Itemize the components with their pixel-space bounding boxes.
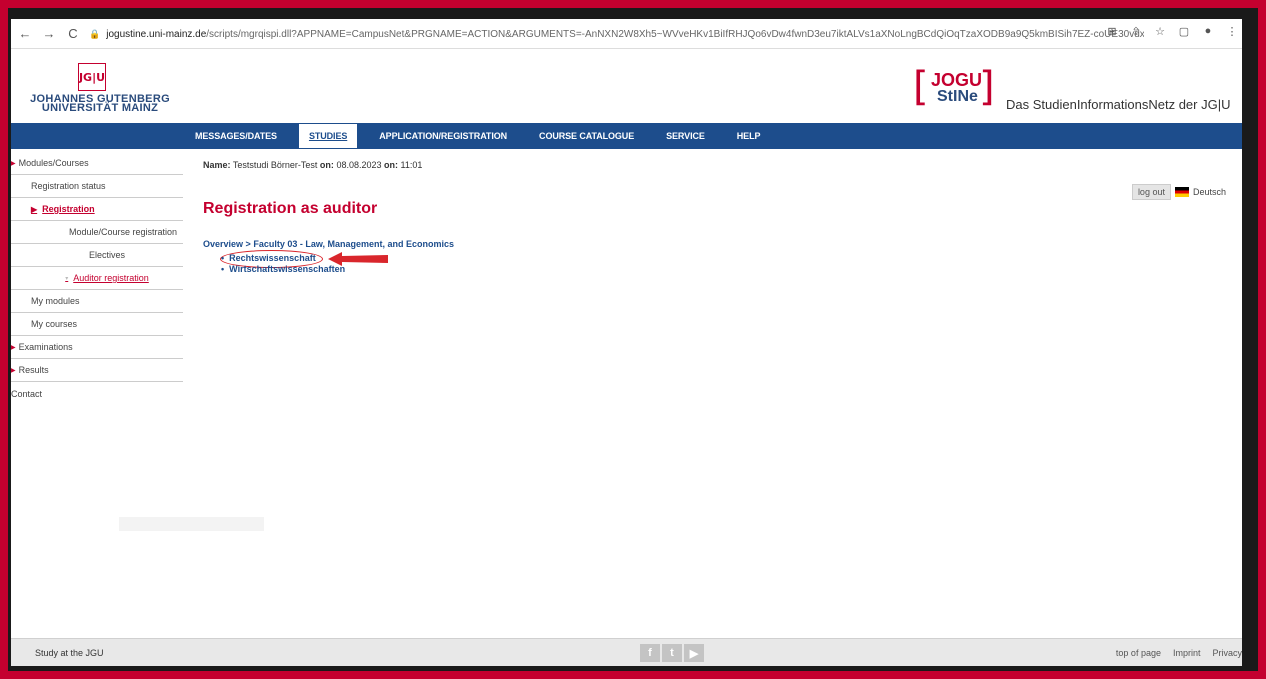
link-wirtschaftswissenschaften[interactable]: Wirtschaftswissenschaften bbox=[229, 264, 345, 274]
sidebar-item-registration-status[interactable]: Registration status bbox=[11, 175, 183, 198]
profile-icon[interactable]: ● bbox=[1200, 25, 1216, 38]
link-rechtswissenschaft[interactable]: Rechtswissenschaft bbox=[229, 253, 316, 263]
sidebar-item-my-modules[interactable]: My modules bbox=[11, 290, 183, 313]
browser-toolbar: ← → C 🔒 jogustine.uni-mainz.de/scripts/m… bbox=[11, 19, 1242, 49]
breadcrumb: Overview > Faculty 03 - Law, Management,… bbox=[203, 239, 454, 249]
footer-links: top of page Imprint Privacy bbox=[1116, 648, 1242, 658]
stine-mark: StINe bbox=[937, 88, 978, 105]
sidebar-item-module-course-registration[interactable]: Module/Course registration bbox=[11, 221, 183, 244]
triangle-right-icon: ▶ bbox=[31, 204, 38, 214]
triangle-right-icon: ▶ bbox=[11, 160, 16, 167]
back-icon[interactable]: ← bbox=[15, 24, 35, 44]
list-item: • Rechtswissenschaft bbox=[221, 253, 316, 263]
footer-imprint[interactable]: Imprint bbox=[1173, 648, 1201, 658]
breadcrumb-overview[interactable]: Overview bbox=[203, 239, 243, 249]
footer-privacy[interactable]: Privacy bbox=[1212, 648, 1242, 658]
sidebar-item-results[interactable]: ▶ Results bbox=[11, 359, 183, 382]
facebook-icon[interactable]: f bbox=[640, 644, 660, 662]
url-path: /scripts/mgrqispi.dll?APPNAME=CampusNet&… bbox=[206, 28, 1144, 40]
faculty-list: • Rechtswissenschaft • Wirtschaftswissensc… bbox=[221, 253, 345, 275]
logout-button[interactable]: log out bbox=[1131, 184, 1171, 200]
twitter-icon[interactable]: t bbox=[662, 644, 682, 662]
sidebar-item-modules-courses[interactable]: ▶ Modules/Courses bbox=[11, 152, 183, 175]
footer: Study at the JGU f t ▶ top of page Impri… bbox=[11, 638, 1242, 666]
triangle-right-icon: ▶ bbox=[11, 367, 16, 374]
sidebar-item-electives[interactable]: Electives bbox=[11, 244, 183, 267]
main-navigation: MESSAGES/DATES STUDIES APPLICATION/REGIS… bbox=[11, 123, 1242, 149]
footer-study-link[interactable]: Study at the JGU bbox=[35, 648, 104, 658]
bracket-left: [ bbox=[913, 64, 929, 110]
translate-icon[interactable]: ⊞ bbox=[1104, 25, 1120, 38]
nav-messages-dates[interactable]: MESSAGES/DATES bbox=[195, 131, 277, 141]
nav-help[interactable]: HELP bbox=[737, 131, 761, 141]
jogustine-logo[interactable]: [ JOGU StINe ] bbox=[913, 64, 995, 119]
social-links: f t ▶ bbox=[640, 644, 704, 662]
menu-icon[interactable]: ⋮ bbox=[1224, 25, 1240, 38]
jgu-logo[interactable]: JG|U JOHANNES GUTENBERG UNIVERSITÄT MAIN… bbox=[25, 63, 175, 119]
star-icon[interactable]: ☆ bbox=[1152, 25, 1168, 38]
youtube-icon[interactable]: ▶ bbox=[684, 644, 704, 662]
bracket-right: ] bbox=[979, 64, 995, 110]
main-content: Name: Teststudi Börner-Test on: 08.08.20… bbox=[203, 160, 1233, 274]
language-switch[interactable]: Deutsch bbox=[1193, 187, 1226, 197]
reload-icon[interactable]: C bbox=[63, 24, 83, 44]
forward-icon[interactable]: → bbox=[39, 24, 59, 44]
jgu-wordmark: JOHANNES GUTENBERG UNIVERSITÄT MAINZ bbox=[30, 93, 170, 114]
list-item: • Wirtschaftswissenschaften bbox=[221, 264, 346, 274]
browser-window: ← → C 🔒 jogustine.uni-mainz.de/scripts/m… bbox=[11, 19, 1242, 666]
triangle-right-icon: ▶ bbox=[11, 344, 16, 351]
sidebar-item-examinations[interactable]: ▶ Examinations bbox=[11, 336, 183, 359]
jgu-mark: JG|U bbox=[78, 63, 106, 91]
url-host: jogustine.uni-mainz.de bbox=[106, 28, 207, 40]
sidebar-item-my-courses[interactable]: My courses bbox=[11, 313, 183, 336]
breadcrumb-faculty: Faculty 03 - Law, Management, and Econom… bbox=[253, 239, 455, 249]
nav-application-registration[interactable]: APPLICATION/REGISTRATION bbox=[379, 131, 507, 141]
page-title: Registration as auditor bbox=[203, 200, 378, 217]
sidebar-item-registration[interactable]: ▶ Registration bbox=[11, 198, 183, 221]
sidebar: ▶ Modules/Courses Registration status ▶ … bbox=[11, 152, 183, 405]
faint-overlay bbox=[119, 517, 264, 531]
nav-studies[interactable]: STUDIES bbox=[298, 124, 358, 148]
user-info: Name: Teststudi Börner-Test on: 08.08.20… bbox=[203, 160, 423, 170]
user-actions: log out Deutsch bbox=[1131, 184, 1226, 200]
sidebar-item-contact[interactable]: Contact bbox=[11, 382, 183, 405]
site-header: JG|U JOHANNES GUTENBERG UNIVERSITÄT MAIN… bbox=[11, 49, 1242, 122]
triangle-small-icon: ▾ bbox=[65, 275, 69, 282]
nav-service[interactable]: SERVICE bbox=[666, 131, 705, 141]
footer-top-of-page[interactable]: top of page bbox=[1116, 648, 1161, 658]
site-tagline: Das StudienInformationsNetz der JG|U bbox=[1006, 97, 1231, 112]
german-flag-icon[interactable] bbox=[1174, 187, 1189, 197]
toolbar-actions: ⊞ ⇪ ☆ ▢ ● ⋮ bbox=[1104, 25, 1240, 38]
share-icon[interactable]: ⇪ bbox=[1128, 25, 1144, 38]
address-bar[interactable]: 🔒 jogustine.uni-mainz.de/scripts/mgrqisp… bbox=[89, 24, 1144, 44]
sidebar-item-auditor-registration[interactable]: ▾ Auditor registration bbox=[11, 267, 183, 290]
breadcrumb-separator: > bbox=[245, 239, 251, 249]
nav-course-catalogue[interactable]: COURSE CATALOGUE bbox=[539, 131, 634, 141]
sidebar-icon[interactable]: ▢ bbox=[1176, 25, 1192, 38]
lock-icon: 🔒 bbox=[89, 28, 101, 39]
